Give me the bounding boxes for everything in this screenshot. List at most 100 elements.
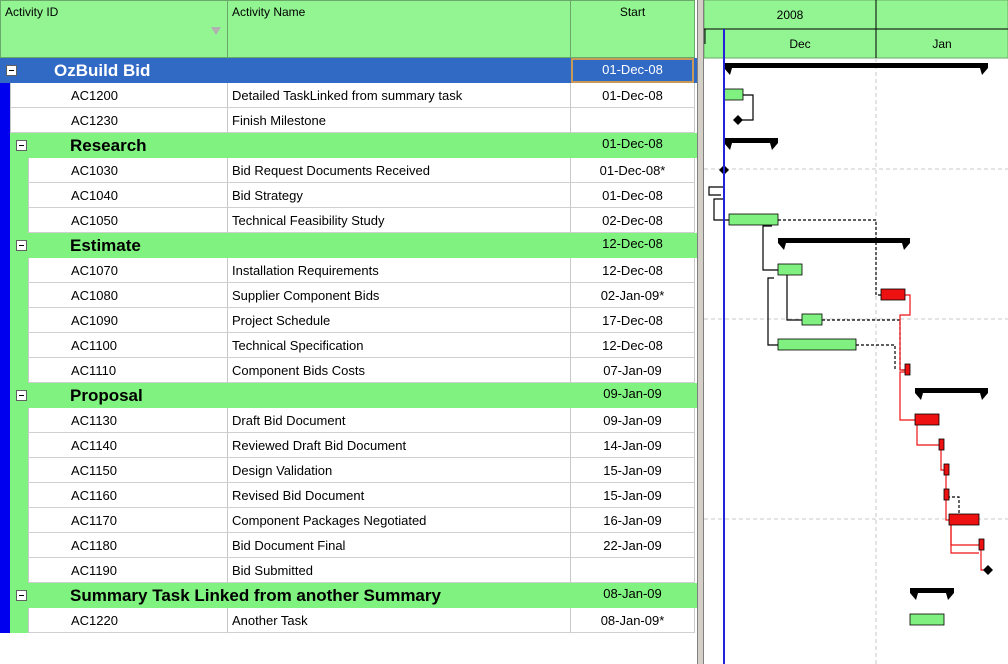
activity-name-cell[interactable]: Supplier Component Bids (227, 283, 571, 308)
activity-id-cell[interactable]: AC1180 (28, 533, 227, 558)
start-cell[interactable]: 17-Dec-08 (570, 308, 695, 333)
activity-id-cell[interactable]: AC1080 (28, 283, 227, 308)
activity-id-cell[interactable]: AC1130 (28, 408, 227, 433)
column-header-activity-id[interactable]: Activity ID (0, 0, 228, 58)
start-cell[interactable]: 16-Jan-09 (570, 508, 695, 533)
start-cell[interactable]: 01-Dec-08 (571, 133, 694, 158)
start-cell[interactable]: 02-Jan-09* (570, 283, 695, 308)
wbs-band (10, 308, 28, 333)
activity-id-cell[interactable]: AC1090 (28, 308, 227, 333)
activity-name-cell[interactable]: Draft Bid Document (227, 408, 571, 433)
activity-id-cell[interactable]: AC1150 (28, 458, 227, 483)
activity-id-cell[interactable]: AC1200 (10, 83, 227, 108)
activity-name-cell[interactable]: Finish Milestone (227, 108, 571, 133)
activity-name-cell[interactable]: Reviewed Draft Bid Document (227, 433, 571, 458)
start-cell[interactable]: 15-Jan-09 (570, 483, 695, 508)
column-header-activity-name[interactable]: Activity Name (227, 0, 571, 58)
activity-name-cell[interactable]: Project Schedule (227, 308, 571, 333)
activity-row[interactable]: AC1230 Finish Milestone (0, 108, 697, 133)
start-cell[interactable] (570, 108, 695, 133)
collapse-icon[interactable] (16, 240, 27, 251)
wbs-row[interactable]: Estimate 12-Dec-08 (0, 233, 697, 258)
start-cell[interactable]: 12-Dec-08 (570, 258, 695, 283)
start-cell[interactable]: 07-Jan-09 (570, 358, 695, 383)
wbs-row[interactable]: Research 01-Dec-08 (0, 133, 697, 158)
activity-id-cell[interactable]: AC1030 (28, 158, 227, 183)
activity-row[interactable]: AC1160 Revised Bid Document 15-Jan-09 (0, 483, 697, 508)
activity-row[interactable]: AC1200 Detailed TaskLinked from summary t… (0, 83, 697, 108)
activity-row[interactable]: AC1110 Component Bids Costs 07-Jan-09 (0, 358, 697, 383)
activity-name-cell[interactable]: Component Bids Costs (227, 358, 571, 383)
start-cell[interactable]: 08-Jan-09* (570, 608, 695, 633)
activity-id-cell[interactable]: AC1190 (28, 558, 227, 583)
collapse-icon[interactable] (16, 390, 27, 401)
wbs-row[interactable]: Summary Task Linked from another Summary… (0, 583, 697, 608)
start-cell[interactable]: 12-Dec-08 (570, 333, 695, 358)
wbs-band (10, 258, 28, 283)
start-cell[interactable]: 01-Dec-08 (571, 58, 694, 83)
column-header-start[interactable]: Start (570, 0, 695, 58)
activity-name-cell[interactable]: Component Packages Negotiated (227, 508, 571, 533)
collapse-icon[interactable] (6, 65, 17, 76)
activity-name-cell[interactable]: Bid Submitted (227, 558, 571, 583)
activity-row[interactable]: AC1030 Bid Request Documents Received 01-D… (0, 158, 697, 183)
activity-row[interactable]: AC1190 Bid Submitted (0, 558, 697, 583)
activity-name-cell[interactable]: Technical Feasibility Study (227, 208, 571, 233)
relationship-line (778, 219, 881, 296)
start-cell[interactable]: 14-Jan-09 (570, 433, 695, 458)
activity-name-cell[interactable]: Bid Strategy (227, 183, 571, 208)
start-cell[interactable]: 09-Jan-09 (570, 408, 695, 433)
activity-id-cell[interactable]: AC1220 (28, 608, 227, 633)
start-cell[interactable]: 12-Dec-08 (571, 233, 694, 258)
activity-name-cell[interactable]: Revised Bid Document (227, 483, 571, 508)
activity-name-cell[interactable]: Bid Request Documents Received (227, 158, 571, 183)
start-cell[interactable]: 01-Dec-08 (570, 83, 695, 108)
wbs-band (10, 558, 28, 583)
start-cell[interactable]: 15-Jan-09 (570, 458, 695, 483)
wbs-band (0, 283, 10, 308)
activity-name-cell[interactable]: Design Validation (227, 458, 571, 483)
wbs-name: OzBuild Bid (54, 61, 151, 80)
activity-row[interactable]: AC1180 Bid Document Final 22-Jan-09 (0, 533, 697, 558)
activity-row[interactable]: AC1050 Technical Feasibility Study 02-Dec-… (0, 208, 697, 233)
wbs-band (0, 408, 10, 433)
activity-row[interactable]: AC1040 Bid Strategy 01-Dec-08 (0, 183, 697, 208)
start-cell[interactable] (570, 558, 695, 583)
activity-name-cell[interactable]: Technical Specification (227, 333, 571, 358)
activity-row[interactable]: AC1170 Component Packages Negotiated 16-Ja… (0, 508, 697, 533)
collapse-icon[interactable] (16, 140, 27, 151)
activity-id-cell[interactable]: AC1230 (10, 108, 227, 133)
activity-row[interactable]: AC1220 Another Task 08-Jan-09* (0, 608, 697, 633)
start-cell[interactable]: 01-Dec-08 (570, 183, 695, 208)
activity-id-cell[interactable]: AC1140 (28, 433, 227, 458)
wbs-row[interactable]: OzBuild Bid 01-Dec-08 (0, 58, 697, 83)
start-cell[interactable]: 01-Dec-08* (570, 158, 695, 183)
filter-icon[interactable] (211, 27, 221, 35)
start-cell[interactable]: 08-Jan-09 (571, 583, 694, 608)
wbs-row[interactable]: Proposal 09-Jan-09 (0, 383, 697, 408)
activity-id-cell[interactable]: AC1100 (28, 333, 227, 358)
activity-row[interactable]: AC1070 Installation Requirements 12-Dec-08 (0, 258, 697, 283)
activity-name-cell[interactable]: Installation Requirements (227, 258, 571, 283)
activity-row[interactable]: AC1140 Reviewed Draft Bid Document 14-Jan-… (0, 433, 697, 458)
activity-row[interactable]: AC1080 Supplier Component Bids 02-Jan-09* (0, 283, 697, 308)
activity-id-cell[interactable]: AC1160 (28, 483, 227, 508)
start-cell[interactable]: 22-Jan-09 (570, 533, 695, 558)
pane-splitter[interactable] (697, 0, 704, 664)
activity-id-cell[interactable]: AC1110 (28, 358, 227, 383)
start-cell[interactable]: 02-Dec-08 (570, 208, 695, 233)
activity-name-cell[interactable]: Another Task (227, 608, 571, 633)
wbs-band (10, 283, 28, 308)
activity-id-cell[interactable]: AC1050 (28, 208, 227, 233)
activity-row[interactable]: AC1150 Design Validation 15-Jan-09 (0, 458, 697, 483)
start-cell[interactable]: 09-Jan-09 (571, 383, 694, 408)
activity-row[interactable]: AC1130 Draft Bid Document 09-Jan-09 (0, 408, 697, 433)
activity-name-cell[interactable]: Bid Document Final (227, 533, 571, 558)
activity-row[interactable]: AC1100 Technical Specification 12-Dec-08 (0, 333, 697, 358)
activity-id-cell[interactable]: AC1170 (28, 508, 227, 533)
activity-id-cell[interactable]: AC1070 (28, 258, 227, 283)
activity-id-cell[interactable]: AC1040 (28, 183, 227, 208)
activity-name-cell[interactable]: Detailed TaskLinked from summary task (227, 83, 571, 108)
activity-row[interactable]: AC1090 Project Schedule 17-Dec-08 (0, 308, 697, 333)
collapse-icon[interactable] (16, 590, 27, 601)
